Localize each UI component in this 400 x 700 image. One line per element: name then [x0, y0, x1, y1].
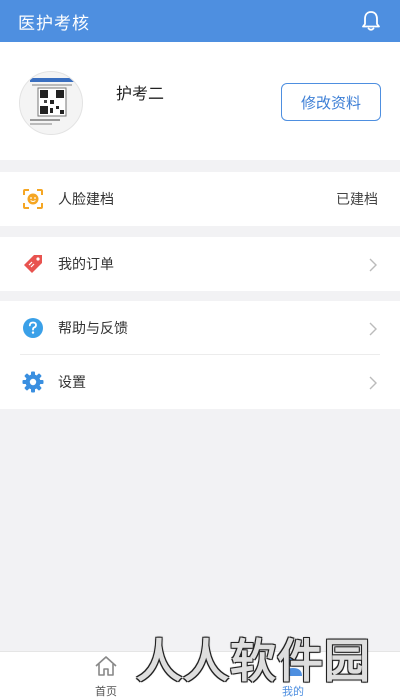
- home-icon: [94, 655, 118, 681]
- tab-mine[interactable]: 我的: [253, 652, 333, 700]
- settings-label: 设置: [58, 375, 86, 391]
- top-bar: 医护考核: [0, 0, 400, 42]
- tab-home[interactable]: 首页: [66, 652, 146, 700]
- user-icon: [281, 655, 305, 681]
- edit-profile-button[interactable]: 修改资料: [281, 83, 381, 121]
- question-icon: [22, 317, 44, 339]
- chevron-right-icon: [368, 321, 378, 336]
- chevron-right-icon: [368, 375, 378, 390]
- orders-section: 我的订单: [0, 237, 400, 291]
- settings-row[interactable]: 设置: [0, 355, 400, 409]
- bottom-tab-bar: 首页 我的: [0, 651, 400, 700]
- face-record-row[interactable]: 人脸建档 已建档: [0, 172, 400, 226]
- face-section: 人脸建档 已建档: [0, 172, 400, 226]
- profile-section: 护考二 修改资料: [0, 42, 400, 160]
- app-title: 医护考核: [18, 13, 90, 34]
- username: 护考二: [116, 84, 165, 103]
- tab-home-label: 首页: [95, 684, 117, 698]
- tab-mine-label: 我的: [282, 684, 304, 698]
- tag-icon: [22, 253, 44, 275]
- chevron-right-icon: [368, 257, 378, 272]
- help-feedback-label: 帮助与反馈: [58, 321, 128, 337]
- face-record-status: 已建档: [336, 192, 378, 208]
- my-orders-row[interactable]: 我的订单: [0, 237, 400, 291]
- face-record-label: 人脸建档: [58, 192, 114, 208]
- support-section: 帮助与反馈 设置: [0, 301, 400, 409]
- gear-icon: [22, 371, 44, 393]
- avatar[interactable]: [19, 71, 83, 135]
- face-scan-icon: [22, 188, 44, 210]
- my-orders-label: 我的订单: [58, 257, 114, 273]
- help-feedback-row[interactable]: 帮助与反馈: [0, 301, 400, 355]
- bell-icon[interactable]: [360, 10, 382, 32]
